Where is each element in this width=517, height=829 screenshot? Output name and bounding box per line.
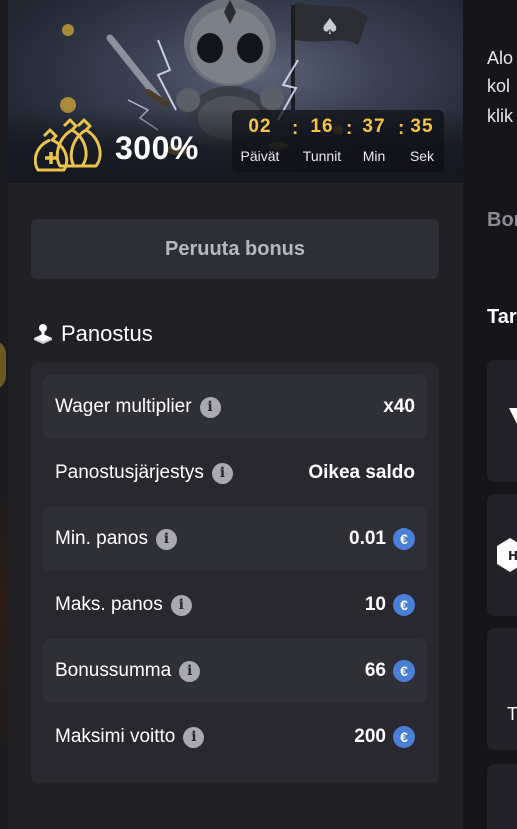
wager-row-order: Panostusjärjestys i Oikea saldo [43,441,427,505]
bonus-panel: ♠ 300% 02 Päivät: 16 Tunnit: 37 Min: … [8,0,463,829]
wager-row-label: Wager multiplier [55,396,192,417]
wager-row-label: Panostusjärjestys [55,462,204,483]
wagering-title: Panostus [61,321,153,346]
wager-row-value: Oikea saldo [308,462,415,483]
wager-row-value: 66 [364,660,386,681]
wager-row-label: Min. panos [55,528,148,549]
countdown-seconds: 35 Sek [402,116,442,164]
money-bags-icon [34,118,102,172]
svg-text:H: H [508,549,517,563]
wager-row-max-bet: Maks. panos i 10 € [43,573,427,637]
info-icon[interactable]: i [211,462,233,484]
card-text: T [507,704,517,724]
right-text-line: Alo [487,48,514,68]
countdown-seconds-value: 35 [410,116,434,137]
wager-row-max-win: Maksimi voitto i 200 € [43,705,427,769]
wager-row-value: 10 [364,594,386,615]
card-logo-icon [509,408,517,424]
wager-row-multiplier: Wager multiplier i x40 [43,375,427,439]
countdown-days-value: 02 [248,116,272,137]
countdown-seconds-label: Sek [409,148,435,164]
euro-icon: € [393,726,415,748]
right-card[interactable] [487,764,517,829]
countdown-hours-label: Tunnit [302,148,342,164]
euro-icon: € [393,660,415,682]
wager-row-label: Maks. panos [55,594,163,615]
countdown-minutes-value: 37 [362,116,386,137]
wagering-section-title: Panostus [32,320,153,348]
left-edge-glow [0,470,8,790]
countdown-minutes-label: Min [362,148,386,164]
countdown-days: 02 Päivät [234,116,286,164]
wager-row-min-bet: Min. panos i 0.01 € [43,507,427,571]
joystick-icon [34,324,52,344]
wager-row-label: Maksimi voitto [55,726,176,747]
wager-row-bonus-amount: Bonussumma i 66 € [43,639,427,703]
right-card[interactable]: T [487,628,517,750]
wager-row-value: x40 [383,396,415,417]
left-edge-chip [0,340,6,390]
wager-row-label: Bonussumma [55,660,172,681]
countdown-timer: 02 Päivät : 16 Tunnit : 37 Min : 35 Sek [232,110,444,172]
right-column: Alo kol klik Bon Tar H T [463,0,517,829]
info-icon[interactable]: i [170,594,192,616]
cancel-bonus-button[interactable]: Peruuta bonus [31,219,439,279]
wagering-details: Wager multiplier i x40 Panostusjärjestys i… [31,363,439,783]
right-heading-tar: Tar [487,306,517,328]
euro-icon: € [393,528,415,550]
bonus-percentage: 300% [115,130,199,166]
countdown-hours-value: 16 [310,116,334,137]
info-icon[interactable]: i [183,726,205,748]
info-icon[interactable]: i [155,528,177,550]
right-text-line: klik [487,106,513,126]
info-icon[interactable]: i [199,396,221,418]
countdown-days-label: Päivät [240,148,280,164]
wager-row-value: 0.01 [349,528,386,549]
info-icon[interactable]: i [179,660,201,682]
right-heading-bonus: Bon [487,209,517,231]
left-edge-strip [0,0,8,829]
bonus-banner: ♠ 300% 02 Päivät: 16 Tunnit: 37 Min: … [8,0,463,183]
svg-text:♠: ♠ [320,15,340,40]
card-logo-icon: H [497,538,517,572]
euro-icon: € [393,594,415,616]
countdown-minutes: 37 Min [350,116,398,164]
right-text-line: kol [487,76,511,96]
right-card[interactable] [487,360,517,482]
countdown-hours: 16 Tunnit [294,116,350,164]
right-card[interactable]: H [487,494,517,616]
wager-row-value: 200 [354,726,386,747]
